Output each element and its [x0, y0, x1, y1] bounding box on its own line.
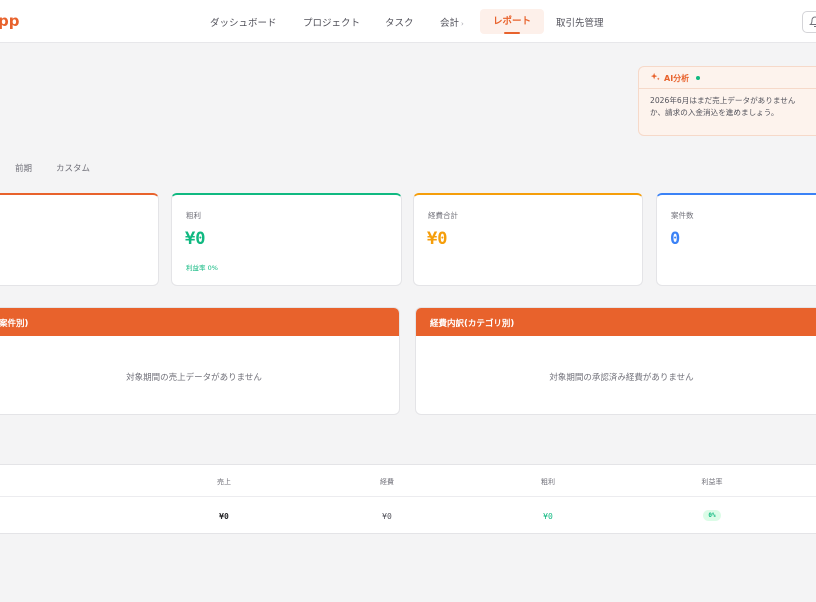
kpi-label: 経費合計: [428, 211, 458, 220]
kpi-card-sales: [0, 193, 159, 286]
sparkle-icon: [650, 72, 660, 81]
notification-button[interactable]: [802, 11, 816, 33]
cell-sales: ¥0: [219, 512, 229, 521]
kpi-label: 案件数: [671, 211, 694, 220]
column-header-gross-profit: 粗利: [541, 478, 555, 486]
nav-tasks[interactable]: タスク: [385, 15, 414, 29]
nav-accounting-label: 会計: [440, 18, 460, 29]
row-divider: [0, 496, 816, 497]
empty-state-message: 対象期間の売上データがありません: [126, 373, 262, 383]
period-tab-previous[interactable]: 前期: [15, 162, 32, 174]
kpi-value: 0: [670, 229, 681, 249]
column-header-expenses: 経費: [380, 478, 394, 486]
nav-dashboard[interactable]: ダッシュボード: [210, 15, 277, 29]
nav-accounting[interactable]: 会計 ›: [440, 15, 464, 29]
chevron-right-icon: ›: [461, 20, 464, 28]
kpi-card-expenses: 経費合計 ¥0: [413, 193, 643, 286]
margin-badge: 0%: [703, 510, 721, 521]
cell-margin: 0%: [672, 510, 752, 521]
ai-analysis-message: 2026年6月はまだ売上データがありません か、請求の入金消込を進めましょう。: [650, 96, 796, 117]
cell-gross-profit: ¥0: [543, 512, 553, 521]
ai-analysis-title: AI分析: [664, 74, 690, 83]
panel-title: 案件別): [0, 308, 399, 336]
kpi-label: 粗利: [186, 211, 201, 220]
panel-title: 経費内訳(カテゴリ別): [416, 308, 816, 336]
kpi-margin-rate: 利益率 0%: [186, 264, 218, 272]
nav-reports[interactable]: レポート: [480, 9, 545, 34]
kpi-card-gross-profit: 粗利 ¥0 利益率 0%: [171, 193, 402, 286]
nav-projects[interactable]: プロジェクト: [303, 15, 360, 29]
column-header-margin: 利益率: [701, 478, 723, 486]
period-tab-custom[interactable]: カスタム: [56, 162, 90, 174]
ai-analysis-panel: AI分析 2026年6月はまだ売上データがありません か、請求の入金消込を進めま…: [638, 66, 816, 136]
cell-expenses: ¥0: [382, 512, 392, 521]
empty-state-message: 対象期間の承認済み経費がありません: [549, 373, 694, 383]
ai-analysis-header: AI分析: [639, 67, 816, 89]
column-header-sales: 売上: [217, 478, 231, 486]
bell-icon: [809, 16, 816, 27]
kpi-value: ¥0: [185, 229, 206, 249]
kpi-value: ¥0: [427, 229, 448, 249]
summary-table: 売上 経費 粗利 利益率 ¥0 ¥0 ¥0 0%: [0, 464, 816, 534]
top-navigation-bar: pp ダッシュボード プロジェクト タスク 会計 › レポート 取引先管理: [0, 0, 816, 43]
nav-clients[interactable]: 取引先管理: [556, 15, 604, 29]
main-nav: ダッシュボード プロジェクト タスク 会計 › レポート 取引先管理: [0, 0, 816, 43]
expense-breakdown-panel: 経費内訳(カテゴリ別) 対象期間の承認済み経費がありません: [415, 307, 816, 415]
kpi-card-project-count: 案件数 0: [656, 193, 816, 286]
sales-by-project-panel: 案件別) 対象期間の売上データがありません: [0, 307, 400, 415]
status-dot: [696, 76, 701, 80]
